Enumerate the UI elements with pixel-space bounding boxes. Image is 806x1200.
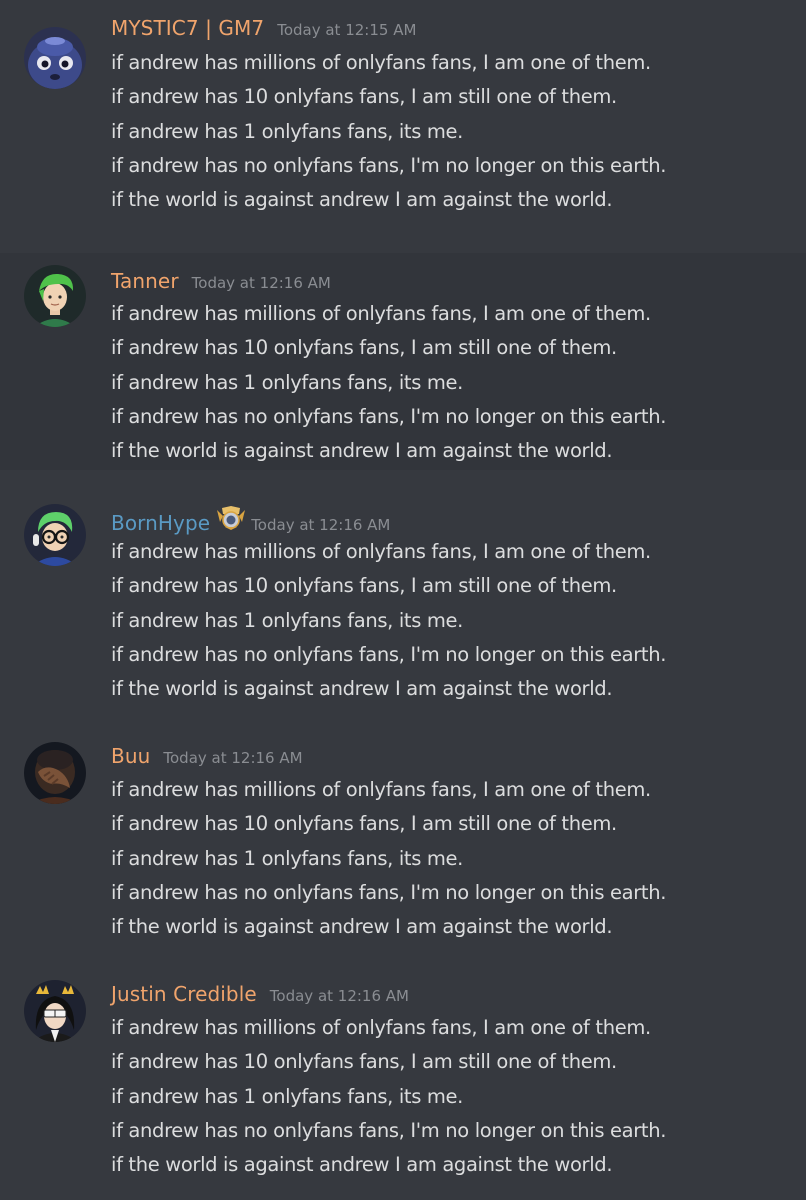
message-line: if andrew has millions of onlyfans fans,… xyxy=(111,540,651,563)
message-header: Buu Today at 12:16 AM xyxy=(111,744,303,768)
champion-crest-icon xyxy=(214,506,248,530)
message-line: if the world is against andrew I am agai… xyxy=(111,1153,613,1177)
message-line: if andrew has millions of onlyfans fans,… xyxy=(111,1016,651,1039)
message-line: if andrew has 1 onlyfans fans, its me. xyxy=(111,1084,463,1108)
message-line: if andrew has millions of onlyfans fans,… xyxy=(111,51,651,74)
timestamp: Today at 12:16 AM xyxy=(191,274,331,292)
message-content: if andrew has millions of onlyfans fans,… xyxy=(111,773,666,944)
message-line: if the world is against andrew I am agai… xyxy=(111,188,613,212)
message-line: if andrew has no onlyfans fans, I'm no l… xyxy=(111,642,667,666)
timestamp: Today at 12:16 AM xyxy=(269,987,409,1005)
message-line: if andrew has no onlyfans fans, I'm no l… xyxy=(111,404,667,428)
message-content: if andrew has millions of onlyfans fans,… xyxy=(111,1011,666,1182)
message-line: if andrew has 10 onlyfans fans, I am sti… xyxy=(111,336,617,360)
username[interactable]: BornHype xyxy=(111,511,210,535)
message-line: if the world is against andrew I am agai… xyxy=(111,439,613,463)
message-content: if andrew has millions of onlyfans fans,… xyxy=(111,297,666,468)
message-line: if andrew has no onlyfans fans, I'm no l… xyxy=(111,880,667,904)
message-line: if andrew has 1 onlyfans fans, its me. xyxy=(111,846,463,870)
facepalm-photo-avatar[interactable] xyxy=(24,742,86,804)
message-line: if andrew has 1 onlyfans fans, its me. xyxy=(111,608,463,632)
message-content: if andrew has millions of onlyfans fans,… xyxy=(111,46,666,217)
crowned-sunglasses-avatar[interactable] xyxy=(24,980,86,1042)
chat-message-list: MYSTIC7 | GM7 Today at 12:15 AM if andre… xyxy=(0,0,806,1200)
message-line: if andrew has millions of onlyfans fans,… xyxy=(111,778,651,801)
glasses-avatar[interactable] xyxy=(24,504,86,566)
message-content: if andrew has millions of onlyfans fans,… xyxy=(111,535,666,706)
message-line: if andrew has 1 onlyfans fans, its me. xyxy=(111,370,463,394)
message-line: if andrew has no onlyfans fans, I'm no l… xyxy=(111,153,667,177)
timestamp: Today at 12:16 AM xyxy=(251,516,391,534)
message-group: Buu Today at 12:16 AM if andrew has mill… xyxy=(0,708,806,946)
username[interactable]: Tanner xyxy=(111,269,179,293)
message-line: if andrew has 1 onlyfans fans, its me. xyxy=(111,119,463,143)
message-line: if andrew has no onlyfans fans, I'm no l… xyxy=(111,1118,667,1142)
blue-creature-avatar[interactable] xyxy=(24,27,86,89)
message-header: Tanner Today at 12:16 AM xyxy=(111,269,331,293)
message-line: if andrew has 10 onlyfans fans, I am sti… xyxy=(111,574,617,598)
message-header: MYSTIC7 | GM7 Today at 12:15 AM xyxy=(111,16,416,40)
message-header: BornHype Today at 12:16 AM xyxy=(111,506,390,535)
timestamp: Today at 12:16 AM xyxy=(163,749,303,767)
message-group: MYSTIC7 | GM7 Today at 12:15 AM if andre… xyxy=(0,0,806,253)
message-group: Tanner Today at 12:16 AM if andrew has m… xyxy=(0,253,806,470)
message-line: if the world is against andrew I am agai… xyxy=(111,915,613,939)
username[interactable]: MYSTIC7 | GM7 xyxy=(111,16,264,40)
username[interactable]: Justin Credible xyxy=(111,982,257,1006)
message-line: if the world is against andrew I am agai… xyxy=(111,677,613,701)
message-group: BornHype Today at 12:16 AM if andrew has… xyxy=(0,470,806,708)
timestamp: Today at 12:15 AM xyxy=(277,21,417,39)
username[interactable]: Buu xyxy=(111,744,150,768)
message-line: if andrew has 10 onlyfans fans, I am sti… xyxy=(111,1050,617,1074)
message-header: Justin Credible Today at 12:16 AM xyxy=(111,982,409,1006)
message-line: if andrew has 10 onlyfans fans, I am sti… xyxy=(111,85,617,109)
message-line: if andrew has millions of onlyfans fans,… xyxy=(111,302,651,325)
message-line: if andrew has 10 onlyfans fans, I am sti… xyxy=(111,812,617,836)
green-haired-avatar[interactable] xyxy=(24,265,86,327)
message-group: Justin Credible Today at 12:16 AM if and… xyxy=(0,946,806,1200)
